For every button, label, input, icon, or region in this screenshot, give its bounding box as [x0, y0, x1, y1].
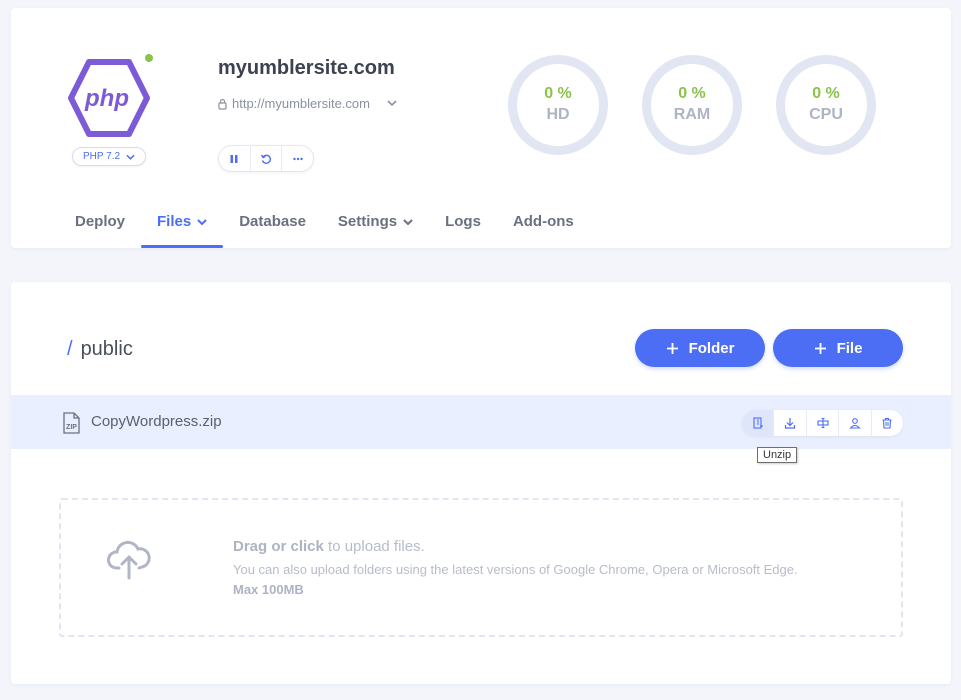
add-folder-button[interactable]: Folder: [635, 329, 765, 367]
cpu-usage-gauge: 0 % CPU: [776, 55, 876, 155]
delete-button[interactable]: [872, 410, 903, 436]
lock-icon: [218, 98, 227, 110]
zip-file-icon: ZIP: [63, 412, 80, 434]
gauge-value: 0 %: [812, 85, 840, 102]
php-logo-icon: php: [68, 59, 150, 137]
file-actions: [742, 410, 903, 436]
site-controls: [218, 145, 314, 172]
gauge-ring: [776, 55, 876, 155]
chevron-down-icon: [126, 154, 135, 160]
pause-button[interactable]: [219, 146, 251, 171]
tab-add-ons[interactable]: Add-ons: [497, 204, 590, 248]
tab-logs[interactable]: Logs: [429, 204, 497, 248]
breadcrumb-root[interactable]: /: [67, 338, 73, 361]
tab-label: Settings: [337, 213, 398, 230]
restart-button[interactable]: [251, 146, 283, 171]
upload-hint: You can also upload folders using the la…: [233, 562, 798, 577]
tab-label: Deploy: [75, 213, 126, 230]
tab-label: Logs: [445, 213, 481, 230]
plus-icon: [814, 342, 826, 354]
tab-database[interactable]: Database: [223, 204, 322, 248]
upload-suffix-text: to upload files.: [323, 538, 425, 555]
logo-text: php: [84, 85, 129, 112]
upload-dropzone[interactable]: Drag or click to upload files. You can a…: [59, 498, 903, 637]
chevron-down-icon: [197, 219, 207, 226]
file-name[interactable]: CopyWordpress.zip: [91, 413, 222, 430]
gauge-label: CPU: [809, 106, 843, 123]
upload-action-text: Drag or click: [233, 538, 324, 555]
unzip-tooltip: Unzip: [757, 447, 798, 463]
gauge-ring: [508, 55, 608, 155]
tab-label: Database: [239, 213, 306, 230]
upload-instruction: Drag or click to upload files.: [233, 538, 425, 555]
plus-icon: [666, 342, 678, 354]
site-url-text[interactable]: http://myumblersite.com: [232, 96, 370, 111]
pause-icon: [230, 154, 238, 163]
user-icon: [849, 418, 861, 429]
breadcrumb-current: public: [80, 338, 133, 360]
tab-deploy[interactable]: Deploy: [59, 204, 141, 248]
tab-files[interactable]: Files: [141, 204, 224, 248]
breadcrumb: / public: [67, 338, 133, 361]
upload-max-size: Max 100MB: [233, 582, 304, 597]
site-header-card: php PHP 7.2 myumblersite.com http://myum…: [11, 8, 951, 248]
rename-button[interactable]: [807, 410, 840, 436]
gauge-label: RAM: [673, 106, 711, 123]
add-file-label: File: [836, 339, 863, 357]
ram-usage-gauge: 0 % RAM: [642, 55, 742, 155]
site-title: myumblersite.com: [218, 57, 395, 79]
chevron-down-icon: [403, 219, 413, 226]
gauge-value: 0 %: [678, 85, 706, 102]
cloud-upload-icon: [107, 540, 151, 580]
site-url-dropdown[interactable]: http://myumblersite.com: [218, 96, 397, 111]
status-online-dot: [145, 54, 153, 62]
more-icon: [292, 157, 303, 160]
unzip-icon: [753, 417, 763, 429]
download-button[interactable]: [774, 410, 807, 436]
add-folder-label: Folder: [688, 339, 735, 357]
php-version-label: PHP 7.2: [82, 151, 121, 162]
gauge-value: 0 %: [544, 85, 572, 102]
more-button[interactable]: [282, 146, 313, 171]
download-icon: [785, 418, 796, 429]
tab-settings[interactable]: Settings: [322, 204, 429, 248]
file-row[interactable]: ZIP CopyWordpress.zip: [11, 395, 951, 449]
nav-tabs: Deploy Files Database Settings Logs Add-…: [59, 204, 590, 248]
unzip-button[interactable]: [742, 410, 775, 436]
php-version-select[interactable]: PHP 7.2: [72, 147, 146, 166]
gauge-ring: [642, 55, 742, 155]
permissions-button[interactable]: [839, 410, 872, 436]
add-file-button[interactable]: File: [773, 329, 903, 367]
trash-icon: [882, 417, 892, 429]
file-manager-card: / public Folder File ZIP CopyWordpress.z…: [11, 282, 951, 684]
hd-usage-gauge: 0 % HD: [508, 55, 608, 155]
gauge-label: HD: [546, 106, 570, 123]
restart-icon: [260, 154, 271, 164]
chevron-down-icon: [387, 100, 397, 107]
tab-label: Add-ons: [512, 213, 574, 230]
rename-icon: [816, 417, 829, 429]
tab-label: Files: [157, 213, 192, 230]
zip-badge: ZIP: [66, 424, 77, 431]
